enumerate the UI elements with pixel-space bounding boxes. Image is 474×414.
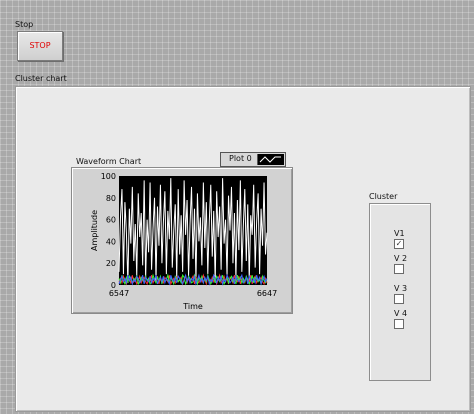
- line-sample-icon: [259, 156, 281, 163]
- cluster-checkbox-v1[interactable]: ✓: [394, 239, 404, 249]
- y-tick-label: 40: [106, 237, 116, 246]
- waveform-chart-title: Waveform Chart: [76, 157, 142, 166]
- cluster-label: Cluster: [369, 192, 398, 201]
- x-tick-label: 6647: [257, 289, 277, 298]
- x-axis-label: Time: [182, 302, 203, 311]
- cluster-label-v4: V 4: [394, 309, 408, 318]
- cluster-label-v1: V1: [394, 229, 405, 238]
- cluster-checkbox-v3[interactable]: [394, 294, 404, 304]
- y-axis-label: Amplitude: [90, 210, 99, 251]
- x-tick-label: 6547: [109, 289, 129, 298]
- stop-label: Stop: [15, 20, 34, 29]
- cluster-checkbox-v4[interactable]: [394, 319, 404, 329]
- cluster-checkbox-v2[interactable]: [394, 264, 404, 274]
- plot-line-style-icon[interactable]: [257, 154, 284, 165]
- cluster-label-v3: V 3: [394, 284, 408, 293]
- cluster-label-v2: V 2: [394, 254, 408, 263]
- y-tick-label: 60: [106, 216, 116, 225]
- y-tick-label: 80: [106, 194, 116, 203]
- plot-legend-label: Plot 0: [229, 154, 252, 163]
- stop-button[interactable]: STOP: [17, 31, 63, 61]
- plot-legend[interactable]: Plot 0: [220, 152, 286, 167]
- waveform-chart: 0 20 40 60 80 100 6547 6647 Time Amplitude: [71, 167, 293, 314]
- checkmark-icon: ✓: [395, 239, 403, 248]
- y-tick-label: 100: [101, 172, 116, 181]
- waveform-chart-svg: 0204060801006547 6647 Time Amplitude: [90, 172, 277, 311]
- y-tick-label: 20: [106, 259, 116, 268]
- cluster-chart-label: Cluster chart: [15, 74, 67, 83]
